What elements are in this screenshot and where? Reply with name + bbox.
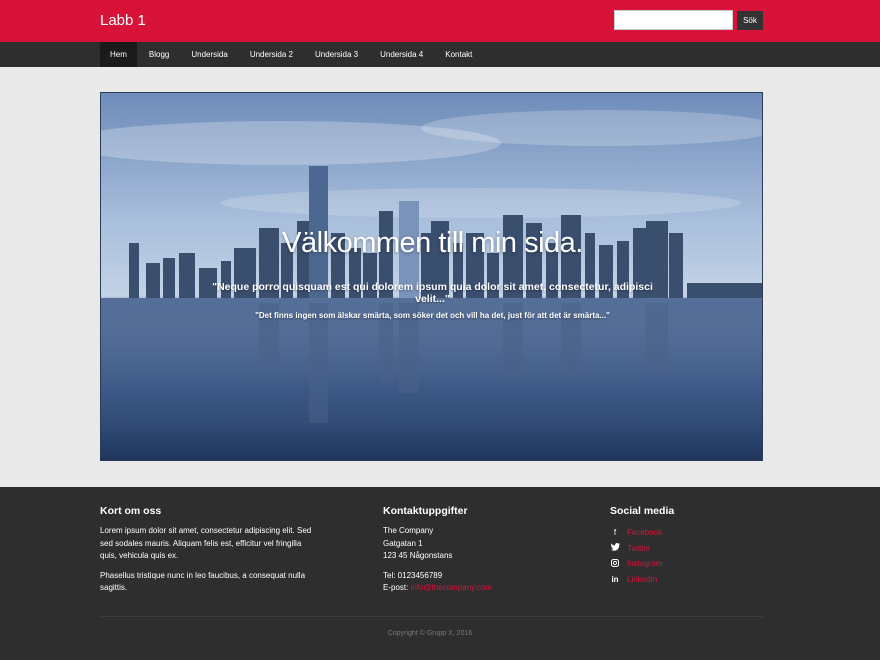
social-linkedin[interactable]: in LinkedIn [610, 572, 760, 588]
about-paragraph-1: Lorem ipsum dolor sit amet, consectetur … [100, 526, 312, 560]
nav-item-undersida[interactable]: Undersida [181, 42, 237, 67]
contact-company: The Company [383, 526, 434, 535]
contact-heading: Kontaktuppgifter [383, 505, 468, 517]
linkedin-icon: in [611, 574, 619, 584]
contact-details: Tel: 0123456789 E-post: info@thecompany.… [383, 570, 563, 595]
search-input[interactable] [614, 10, 733, 30]
social-facebook[interactable]: f Facebook [610, 525, 760, 541]
top-header: Labb 1 Sök [0, 0, 880, 42]
social-twitter[interactable]: Twitter [610, 541, 760, 557]
city-skyline-image [101, 93, 762, 460]
instagram-icon [610, 558, 620, 569]
nav-menu: Hem Blogg Undersida Undersida 2 Undersid… [100, 42, 484, 67]
hero-title: Välkommen till min sida. [282, 227, 583, 259]
site-footer: Kort om oss Lorem ipsum dolor sit amet, … [0, 487, 880, 660]
contact-email-link[interactable]: info@thecompany.com [411, 583, 492, 592]
site-brand[interactable]: Labb 1 [100, 12, 146, 29]
footer-social: Social media f Facebook Twitter Instagra… [610, 505, 760, 587]
social-heading: Social media [610, 505, 675, 517]
nav-item-hem[interactable]: Hem [100, 42, 137, 67]
nav-item-kontakt[interactable]: Kontakt [435, 42, 482, 67]
contact-address: The Company Gatgatan 1 123 45 Någonstans [383, 525, 563, 563]
contact-street: Gatgatan 1 [383, 538, 423, 548]
social-facebook-label[interactable]: Facebook [627, 528, 662, 537]
contact-email-label: E-post: [383, 583, 411, 592]
footer-divider [100, 616, 763, 617]
nav-item-blogg[interactable]: Blogg [139, 42, 179, 67]
nav-item-undersida-4[interactable]: Undersida 4 [370, 42, 433, 67]
about-heading: Kort om oss [100, 505, 162, 517]
nav-item-undersida-3[interactable]: Undersida 3 [305, 42, 368, 67]
social-linkedin-label[interactable]: LinkedIn [627, 575, 657, 584]
twitter-icon [610, 543, 620, 553]
facebook-icon: f [613, 528, 617, 538]
hero-subquote: "Det finns ingen som älskar smärta, som … [255, 311, 610, 320]
search-button[interactable]: Sök [737, 11, 763, 30]
footer-contact: Kontaktuppgifter The Company Gatgatan 1 … [383, 505, 563, 602]
hero-quote: "Neque porro quisquam est qui dolorem ip… [212, 281, 653, 305]
about-paragraph-2: Phasellus tristique nunc in leo faucibus… [100, 570, 306, 593]
contact-city: 123 45 Någonstans [383, 551, 453, 560]
hero-banner: Välkommen till min sida. "Neque porro qu… [100, 92, 763, 461]
main-navbar: Hem Blogg Undersida Undersida 2 Undersid… [0, 42, 880, 67]
social-instagram[interactable]: Instagram [610, 556, 760, 572]
footer-about: Kort om oss Lorem ipsum dolor sit amet, … [100, 505, 315, 602]
contact-phone: Tel: 0123456789 [383, 570, 443, 580]
copyright-text: Copyright © Grupp X, 2016 [387, 630, 473, 637]
social-instagram-label[interactable]: Instagram [627, 559, 663, 568]
social-twitter-label[interactable]: Twitter [627, 544, 651, 553]
nav-item-undersida-2[interactable]: Undersida 2 [240, 42, 303, 67]
